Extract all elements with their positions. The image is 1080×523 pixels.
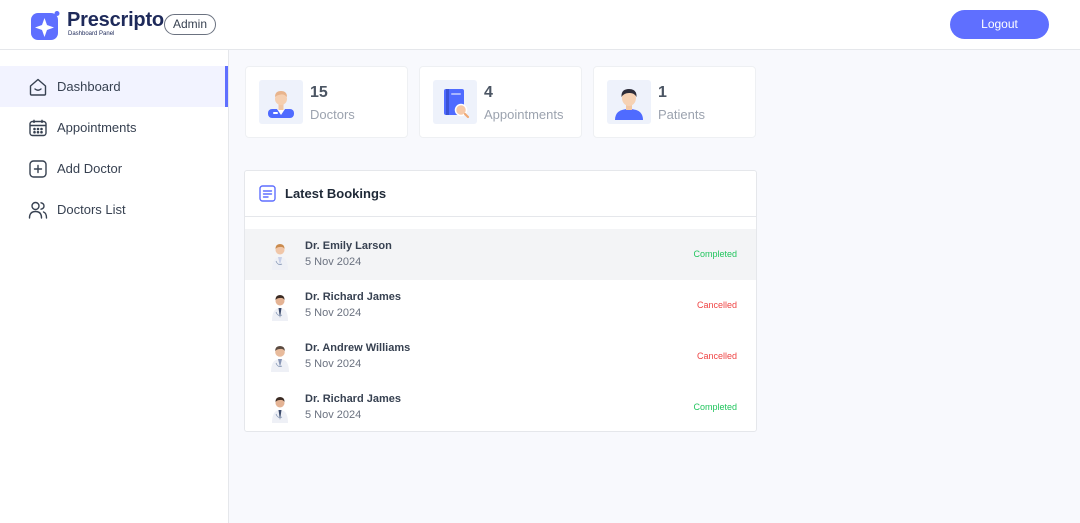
status-badge: Completed [693, 249, 737, 259]
booking-row[interactable]: Dr. Emily Larson 5 Nov 2024 Completed [245, 229, 756, 280]
add-icon [29, 159, 47, 178]
stat-value: 15 [310, 84, 328, 101]
booking-date: 5 Nov 2024 [305, 358, 362, 370]
top-bar: Prescripto Dashboard Panel Admin Logout [0, 0, 1080, 50]
booking-date: 5 Nov 2024 [305, 256, 362, 268]
status-badge: Cancelled [696, 351, 737, 361]
sidebar-item-label: Appointments [57, 120, 137, 135]
home-icon [29, 78, 47, 96]
stat-label: Patients [658, 107, 705, 122]
booking-row[interactable]: Dr. Richard James 5 Nov 2024 Completed [245, 382, 756, 433]
sidebar-item-appointments[interactable]: Appointments [0, 107, 228, 148]
doctor-name: Dr. Richard James [305, 291, 401, 303]
doctor-name: Dr. Andrew Williams [305, 342, 411, 354]
status-badge: Cancelled [696, 300, 737, 310]
booking-date: 5 Nov 2024 [305, 307, 362, 319]
doctor-icon [268, 91, 294, 118]
bookings-header: Latest Bookings [245, 171, 756, 217]
stat-card-appointments[interactable]: 4 Appointments [419, 66, 582, 138]
bookings-title: Latest Bookings [285, 186, 387, 201]
main-content: 15 Doctors 4 Appointments 1 Patients Lat… [229, 50, 1080, 523]
role-badge: Admin [164, 14, 217, 35]
doctor-avatar-icon [272, 295, 288, 321]
sidebar-item-label: Add Doctor [57, 161, 123, 176]
doctor-avatar-icon [272, 397, 288, 423]
doctor-avatar-icon [271, 346, 289, 372]
sidebar-item-add-doctor[interactable]: Add Doctor [0, 148, 228, 189]
stat-icon-box [607, 80, 651, 124]
doctor-avatar-icon [272, 244, 288, 270]
logout-button[interactable]: Logout [950, 10, 1049, 39]
latest-bookings-panel: Latest Bookings Dr. Emily Larson 5 Nov 2… [244, 170, 757, 432]
list-icon [259, 185, 276, 202]
doctor-name: Dr. Richard James [305, 393, 401, 405]
stat-card-doctors[interactable]: 15 Doctors [245, 66, 408, 138]
people-icon [28, 201, 48, 219]
stat-icon-box [259, 80, 303, 124]
brand-logo[interactable]: Prescripto Dashboard Panel [31, 10, 164, 40]
brand-name: Prescripto [67, 9, 164, 31]
stat-label: Appointments [484, 107, 564, 122]
appointments-icon [444, 89, 470, 119]
sidebar: Dashboard Appointments Add Doctor Doctor… [0, 50, 229, 523]
stat-label: Doctors [310, 107, 355, 122]
stat-value: 1 [658, 84, 667, 101]
sidebar-item-label: Doctors List [57, 202, 126, 217]
stat-value: 4 [484, 84, 493, 101]
doctor-name: Dr. Emily Larson [305, 240, 392, 252]
stat-card-patients[interactable]: 1 Patients [593, 66, 756, 138]
calendar-icon [29, 119, 47, 136]
sidebar-item-dashboard[interactable]: Dashboard [0, 66, 228, 107]
patient-icon [615, 89, 643, 120]
brand-subtitle: Dashboard Panel [68, 31, 115, 37]
bookings-list: Dr. Emily Larson 5 Nov 2024 Completed Dr… [245, 229, 756, 433]
stat-icon-box [433, 80, 477, 124]
status-badge: Completed [693, 402, 737, 412]
sidebar-item-doctors-list[interactable]: Doctors List [0, 189, 228, 230]
booking-row[interactable]: Dr. Richard James 5 Nov 2024 Cancelled [245, 280, 756, 331]
booking-row[interactable]: Dr. Andrew Williams 5 Nov 2024 Cancelled [245, 331, 756, 382]
booking-date: 5 Nov 2024 [305, 409, 362, 421]
sidebar-item-label: Dashboard [57, 79, 121, 94]
prescripto-logo-icon [31, 11, 60, 40]
